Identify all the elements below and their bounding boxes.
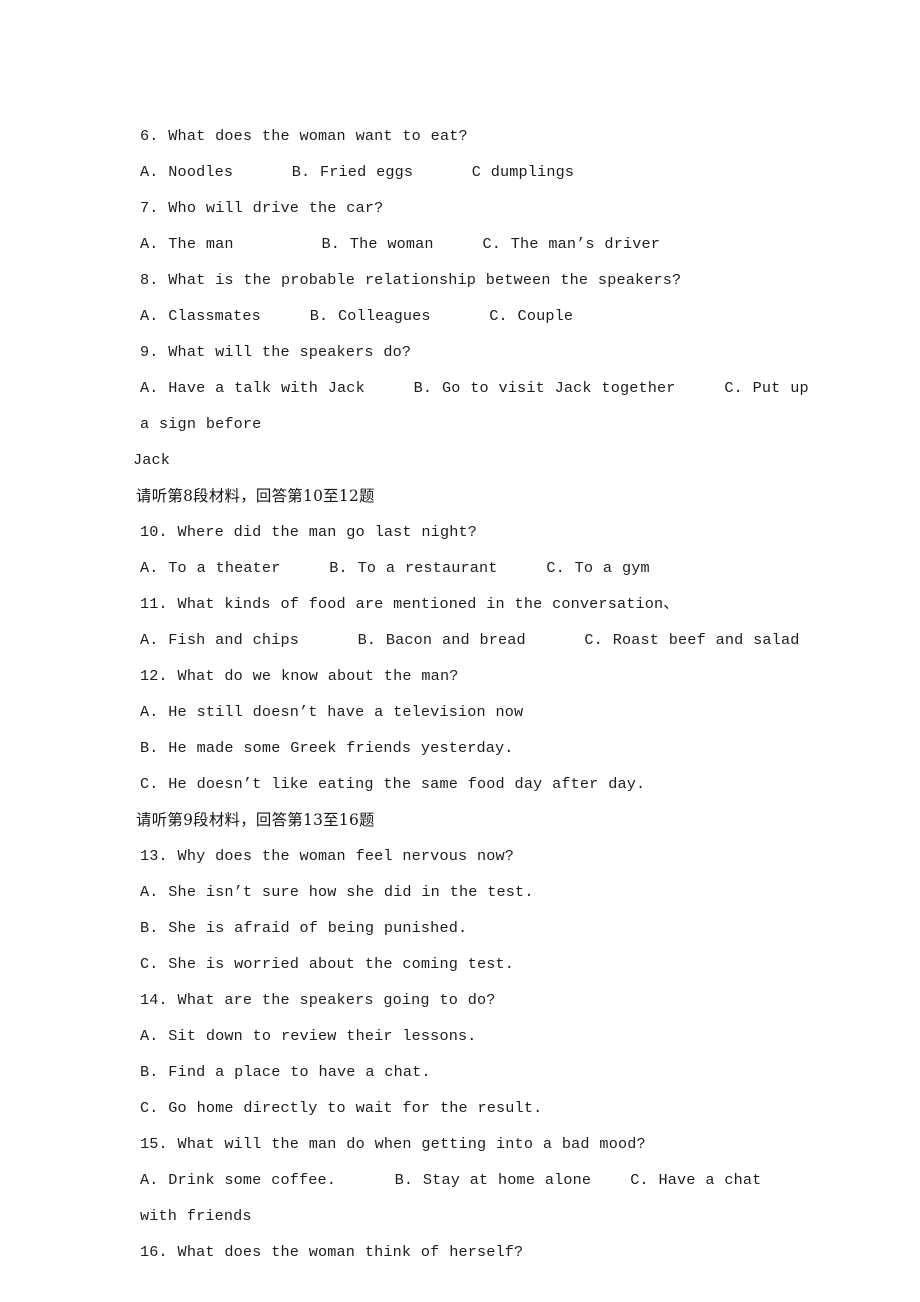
question-9-stem: 9. What will the speakers do? <box>140 343 412 361</box>
question-14-option-b: B. Find a place to have a chat. <box>140 1063 431 1081</box>
question-15-options: A. Drink some coffee. B. Stay at home al… <box>140 1171 772 1225</box>
question-12-stem: 12. What do we know about the man? <box>140 667 459 685</box>
question-11-stem: 11. What kinds of food are mentioned in … <box>140 595 679 613</box>
question-7-options: A. The man B. The woman C. The man’s dri… <box>140 235 661 253</box>
question-list: 6. What does the woman want to eat? A. N… <box>133 118 809 1270</box>
question-13-option-c: C. She is worried about the coming test. <box>140 955 515 973</box>
question-13-stem: 13. Why does the woman feel nervous now? <box>140 847 515 865</box>
question-6-options: A. Noodles B. Fried eggs C dumplings <box>140 163 575 181</box>
question-9-options: A. Have a talk with Jack B. Go to visit … <box>140 379 819 433</box>
question-10-stem: 10. Where did the man go last night? <box>140 523 478 541</box>
question-10-options: A. To a theater B. To a restaurant C. To… <box>140 559 650 577</box>
section-heading-material-9: 请听第9段材料，回答第13至16题 <box>136 811 375 829</box>
question-15-stem: 15. What will the man do when getting in… <box>140 1135 646 1153</box>
question-12-option-b: B. He made some Greek friends yesterday. <box>140 739 514 757</box>
question-7-stem: 7. Who will drive the car? <box>140 199 384 217</box>
document-page: 6. What does the woman want to eat? A. N… <box>0 0 920 1302</box>
question-8-stem: 8. What is the probable relationship bet… <box>140 271 682 289</box>
question-12-option-c: C. He doesn’t like eating the same food … <box>140 775 646 793</box>
question-11-options: A. Fish and chips B. Bacon and bread C. … <box>140 631 800 649</box>
question-13-option-a: A. She isn’t sure how she did in the tes… <box>140 883 534 901</box>
question-12-option-a: A. He still doesn’t have a television no… <box>140 703 524 721</box>
question-8-options: A. Classmates B. Colleagues C. Couple <box>140 307 574 325</box>
question-16-stem: 16. What does the woman think of herself… <box>140 1243 524 1261</box>
question-14-stem: 14. What are the speakers going to do? <box>140 991 496 1009</box>
question-13-option-b: B. She is afraid of being punished. <box>140 919 468 937</box>
question-9-options-continuation: Jack <box>133 451 171 469</box>
question-14-option-c: C. Go home directly to wait for the resu… <box>140 1099 543 1117</box>
question-6-stem: 6. What does the woman want to eat? <box>140 127 468 145</box>
section-heading-material-8: 请听第8段材料，回答第10至12题 <box>136 487 375 505</box>
question-14-option-a: A. Sit down to review their lessons. <box>140 1027 477 1045</box>
